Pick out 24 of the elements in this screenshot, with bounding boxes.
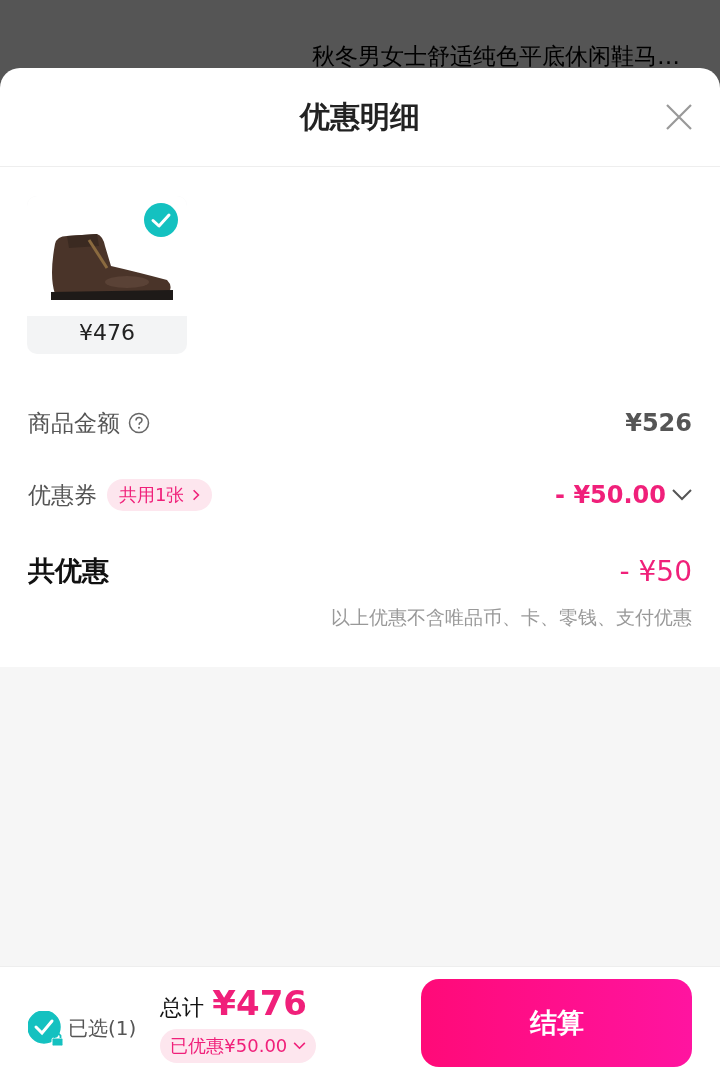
help-icon[interactable] (128, 412, 150, 434)
product-card[interactable]: ¥476 (27, 196, 187, 354)
checkout-button[interactable]: 结算 (421, 978, 692, 1067)
row-label: 商品金额 (28, 408, 120, 438)
chevron-down-icon (293, 1041, 307, 1050)
check-icon[interactable] (144, 203, 178, 237)
product-price: ¥476 (78, 319, 136, 347)
coupon-count-tag[interactable]: 共用1张 (107, 479, 213, 511)
total-price: ¥476 (212, 982, 307, 1023)
discount-note: 以上优惠不含唯品币、卡、零钱、支付优惠 (331, 605, 692, 630)
row-value: ¥526 (625, 409, 692, 437)
discount-pill[interactable]: 已优惠¥50.00 (160, 1028, 317, 1063)
sheet-title: 优惠明细 (300, 97, 420, 136)
lock-check-icon[interactable] (28, 1010, 64, 1047)
row-label: 优惠券 (28, 480, 97, 510)
total-discount-label: 共优惠 (28, 554, 109, 588)
selected-count: 已选(1) (68, 1015, 137, 1042)
total-discount-value: - ¥50 (619, 554, 692, 588)
chevron-down-icon[interactable] (672, 489, 692, 501)
row-value: - ¥50.00 (555, 481, 666, 509)
product-title: 秋冬男女士舒适纯色平底休闲鞋马… (311, 42, 681, 68)
chevron-right-icon (192, 489, 201, 501)
total-label: 总计 (160, 993, 205, 1022)
close-icon[interactable] (665, 103, 693, 131)
